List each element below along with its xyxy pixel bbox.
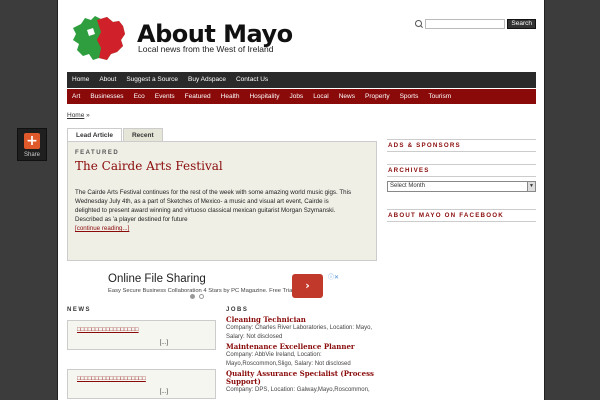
share-widget[interactable]: + Share — [17, 128, 47, 161]
lead-tabs: Lead Article Recent — [67, 128, 164, 141]
continue-reading-link[interactable]: [continue reading...] — [75, 225, 129, 232]
sidebar-archives: ARCHIVES Select Month ▼ — [387, 164, 536, 192]
top-navigation: Home About Suggest a Source Buy Adspace … — [67, 72, 536, 88]
cat-jobs[interactable]: Jobs — [284, 89, 308, 104]
job-title[interactable]: Cleaning Technician — [226, 315, 378, 324]
job-meta: Company: AbbVie Ireland, Location: Mayo,… — [226, 352, 351, 367]
nav-home[interactable]: Home — [67, 72, 94, 88]
tab-recent[interactable]: Recent — [122, 128, 163, 141]
job-title[interactable]: Quality Assurance Specialist (Process Su… — [226, 369, 378, 387]
news-heading: NEWS — [67, 307, 91, 313]
news-item: □□□□□□□□□□□□□□□□□ [...] — [67, 320, 216, 350]
cat-local[interactable]: Local — [308, 89, 334, 104]
cat-art[interactable]: Art — [67, 89, 85, 104]
search-button[interactable]: Search — [507, 19, 536, 29]
job-title[interactable]: Maintenance Excellence Planner — [226, 342, 378, 351]
cat-events[interactable]: Events — [150, 89, 180, 104]
archives-select-value: Select Month — [390, 183, 426, 189]
breadcrumb-home[interactable]: Home — [67, 112, 84, 119]
ad-arrow-button[interactable]: › — [292, 274, 323, 298]
nav-suggest-source[interactable]: Suggest a Source — [121, 72, 183, 88]
tab-lead-article[interactable]: Lead Article — [67, 128, 122, 141]
nav-about[interactable]: About — [94, 72, 121, 88]
cat-property[interactable]: Property — [360, 89, 395, 104]
search-icon — [414, 19, 424, 29]
plus-icon: + — [24, 133, 40, 149]
cat-businesses[interactable]: Businesses — [85, 89, 128, 104]
cat-tourism[interactable]: Tourism — [423, 89, 456, 104]
cat-featured[interactable]: Featured — [180, 89, 216, 104]
cat-hospitality[interactable]: Hospitality — [244, 89, 284, 104]
facebook-heading: ABOUT MAYO ON FACEBOOK — [387, 209, 536, 222]
news-item: □□□□□□□□□□□□□□□□□□□ [...] — [67, 369, 216, 399]
lead-article-excerpt: The Cairde Arts Festival continues for t… — [75, 189, 355, 234]
search-form: Search — [414, 19, 536, 29]
news-item-more: [...] — [159, 389, 168, 395]
archives-select[interactable]: Select Month ▼ — [387, 181, 536, 192]
breadcrumb-separator: » — [86, 112, 90, 119]
lead-article-box: FEATURED The Cairde Arts Festival The Ca… — [67, 141, 377, 261]
news-item-title[interactable]: □□□□□□□□□□□□□□□□□ — [77, 327, 139, 333]
cat-health[interactable]: Health — [216, 89, 245, 104]
sidebar-facebook: ABOUT MAYO ON FACEBOOK — [387, 209, 536, 222]
mayo-map-logo[interactable] — [67, 14, 129, 62]
share-label: Share — [23, 152, 40, 158]
lead-article-text: The Cairde Arts Festival continues for t… — [75, 189, 352, 224]
pager-dot-2[interactable] — [199, 294, 204, 299]
nav-contact[interactable]: Contact Us — [231, 72, 273, 88]
chevron-down-icon: ▼ — [527, 182, 535, 191]
sidebar-ads: ADS & SPONSORS — [387, 139, 536, 152]
page-container: About Mayo Local news from the West of I… — [57, 0, 545, 400]
jobs-list: Cleaning Technician Company: Charles Riv… — [226, 315, 378, 396]
ad-pager — [190, 294, 208, 299]
site-description: Local news from the West of Ireland — [138, 44, 274, 54]
site-title[interactable]: About Mayo — [137, 22, 293, 46]
job-meta: Company: DPS, Location: Galway,Mayo,Rosc… — [226, 387, 370, 394]
category-navigation: Art Businesses Eco Events Featured Healt… — [67, 89, 536, 104]
pager-dot-1[interactable] — [190, 294, 195, 299]
site-header: About Mayo Local news from the West of I… — [58, 0, 544, 70]
archives-heading: ARCHIVES — [387, 164, 536, 177]
ad-close-icon[interactable]: ⓘ✕ — [328, 272, 339, 281]
featured-label: FEATURED — [75, 150, 120, 156]
news-item-title[interactable]: □□□□□□□□□□□□□□□□□□□ — [77, 376, 146, 382]
search-input[interactable] — [425, 19, 506, 29]
lead-article-title[interactable]: The Cairde Arts Festival — [75, 159, 369, 173]
job-meta: Company: Charles River Laboratories, Loc… — [226, 325, 373, 341]
nav-buy-adspace[interactable]: Buy Adspace — [183, 72, 231, 88]
breadcrumb: Home » — [67, 112, 90, 119]
cat-eco[interactable]: Eco — [129, 89, 150, 104]
jobs-heading: JOBS — [226, 307, 249, 313]
cat-news[interactable]: News — [334, 89, 360, 104]
ad-banner[interactable]: Online File Sharing Easy Secure Business… — [99, 271, 341, 304]
ad-title[interactable]: Online File Sharing — [108, 273, 206, 286]
cat-sports[interactable]: Sports — [395, 89, 424, 104]
ads-sponsors-heading: ADS & SPONSORS — [387, 139, 536, 152]
news-item-more: [...] — [159, 340, 168, 346]
